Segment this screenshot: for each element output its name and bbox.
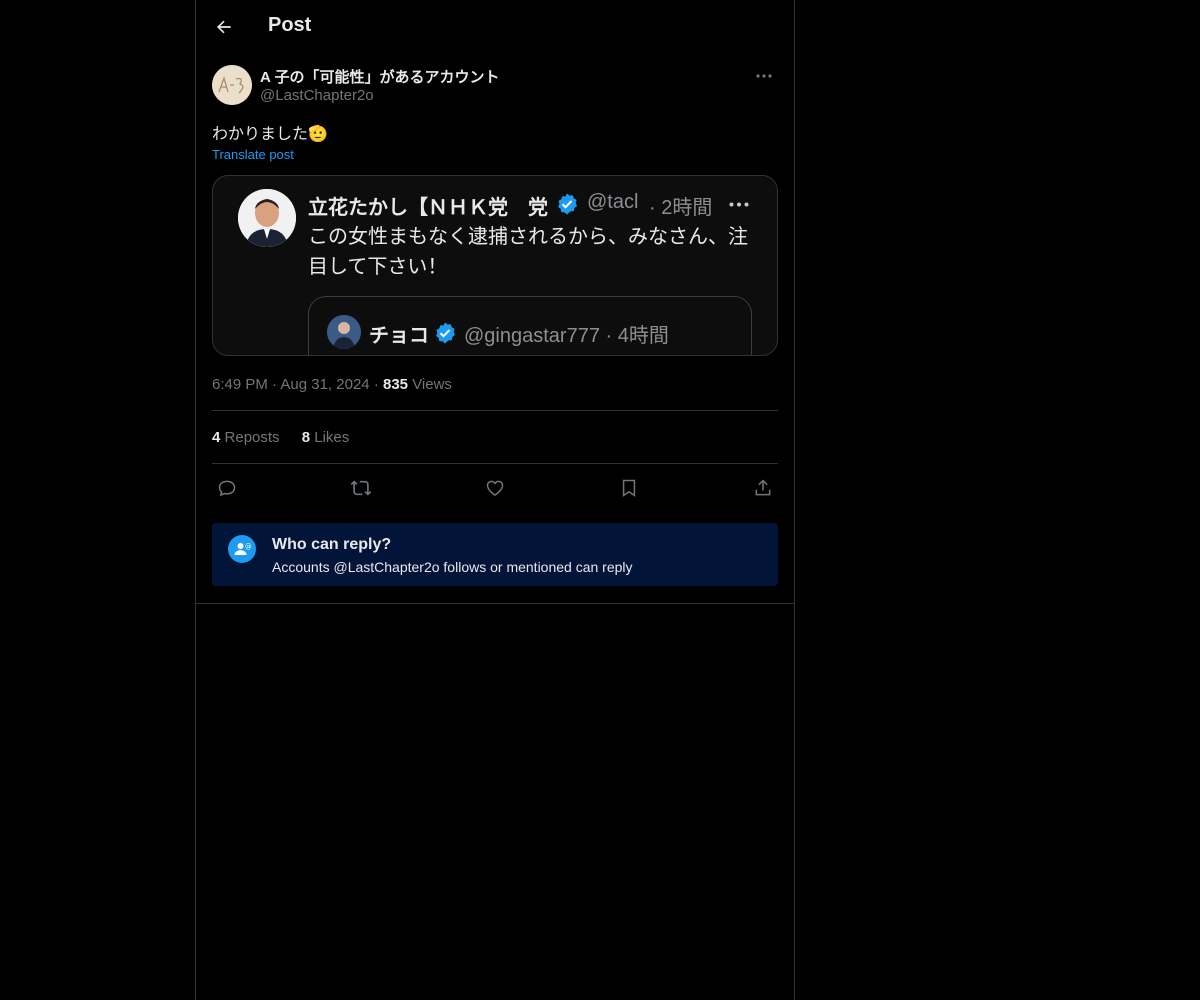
reply-notice-subtitle: Accounts @LastChapter2o follows or menti… [272,559,633,575]
author-handle[interactable]: @LastChapter2o [260,87,374,104]
meta-separator: · [373,376,383,393]
repost-button[interactable] [347,474,375,502]
post-column: Post A 子の「可能性」があるアカウント @LastChapter2o わか… [195,0,795,1000]
more-options-button[interactable] [750,64,778,88]
reply-icon [218,480,236,497]
reply-button[interactable] [213,474,241,502]
reposts-label: Reposts [224,429,280,446]
saluting-face-emoji: 🫡 [308,126,328,143]
share-icon [755,479,771,496]
post-text: わかりました🫡 [212,120,328,144]
bookmark-icon [622,479,636,497]
quoted-text: この女性まもなく逮捕されるから、みなさん、注目して下さい！ [308,226,748,278]
nested-avatar [327,315,361,349]
post-time[interactable]: 6:49 PM [212,376,268,393]
views-count: 835 [382,376,409,393]
svg-text:@: @ [245,542,251,550]
share-button[interactable] [749,474,777,502]
header: Post [196,0,794,54]
likes-count: 8 [301,429,311,446]
likes-stat[interactable]: 8 Likes [302,429,350,446]
avatar-sketch-icon [212,65,252,105]
quoted-more-icon [725,190,753,218]
translate-post-link[interactable]: Translate post [212,147,294,162]
quoted-avatar [238,189,296,247]
more-dots-icon [756,74,772,78]
post-meta: 6:49 PM · Aug 31, 2024 · 835 Views [212,376,452,393]
post-text-body: わかりました [212,126,309,143]
nested-quoted-card: チョコ @gingastar777 · 4時間 [308,296,752,355]
action-bar [212,474,778,502]
divider [212,410,778,411]
views-label: Views [412,376,452,393]
who-can-reply-notice: @ Who can reply? Accounts @LastChapter2o… [212,523,778,586]
nested-avatar-photo-icon [327,315,361,349]
mention-user-icon: @ [228,535,256,563]
reposts-stat[interactable]: 4 Reposts [212,429,280,446]
back-button[interactable] [208,11,240,43]
divider [196,603,794,604]
likes-label: Likes [314,429,350,446]
like-button[interactable] [481,474,509,502]
repost-icon [350,480,372,496]
person-photo-icon [238,189,296,247]
nested-author-name: チョコ [369,325,429,347]
author-name[interactable]: A 子の「可能性」があるアカウント [260,66,499,87]
quoted-author-name: 立花たかし【ＮＨＫ党 党 [308,197,548,219]
like-icon [486,480,504,496]
quoted-time: · 2時間 [649,197,713,219]
divider [212,463,778,464]
post-date[interactable]: Aug 31, 2024 [280,376,369,393]
quoted-handle: @tacl [587,191,639,213]
reply-notice-title: Who can reply? [272,536,392,553]
author-avatar[interactable] [212,65,252,105]
reposts-count: 4 [212,429,221,446]
user-at-icon: @ [234,542,251,555]
page-title: Post [268,14,312,36]
nested-verified-badge-icon [436,322,455,344]
verified-badge-icon [558,193,577,215]
back-arrow-icon [217,20,231,34]
quoted-dots-icon [729,202,749,206]
post-stats: 4 Reposts 8 Likes [212,429,367,446]
post-author: A 子の「可能性」があるアカウント @LastChapter2o [212,64,778,108]
quoted-post-image[interactable]: 立花たかし【ＮＨＫ党 党 @tacl · 2時間 この女性まもなく逮捕されるから… [212,175,778,356]
nested-handle-time: @gingastar777 · 4時間 [464,325,669,347]
bookmark-button[interactable] [615,474,643,502]
